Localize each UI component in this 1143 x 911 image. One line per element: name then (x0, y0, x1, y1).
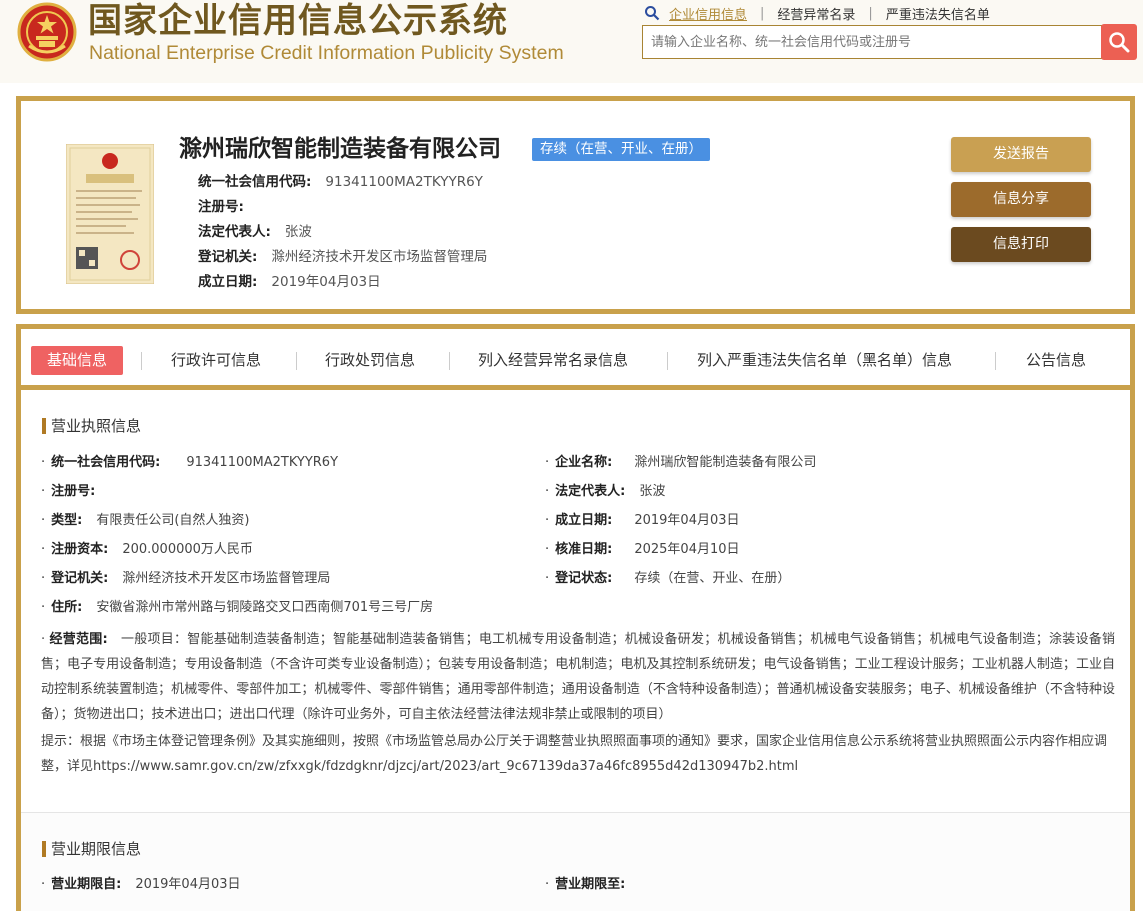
details-panel: 基础信息 行政许可信息 行政处罚信息 列入经营异常名录信息 列入严重违法失信名单… (16, 324, 1135, 911)
field-term-to: · 营业期限至: (545, 877, 626, 892)
divider: | (760, 5, 765, 21)
field-label: 注册号: (51, 484, 96, 499)
tab-basic-info[interactable]: 基础信息 (31, 346, 124, 375)
field-value: 91341100MA2TKYYR6Y (325, 174, 483, 190)
field-approval-date: · 核准日期: 2025年04月10日 (545, 542, 740, 557)
company-summary-card: 滁州瑞欣智能制造装备有限公司 存续（在营、开业、在册） 统一社会信用代码: 913… (16, 96, 1135, 314)
field-establishment-date: · 成立日期: 2019年04月03日 (545, 513, 740, 528)
field-credit-code: · 统一社会信用代码: 91341100MA2TKYYR6Y (41, 455, 339, 470)
field-label: 成立日期: (198, 274, 258, 290)
divider (141, 352, 142, 370)
business-license-thumbnail[interactable] (66, 144, 154, 284)
search-input[interactable] (643, 26, 1101, 58)
detail-tabs: 基础信息 行政许可信息 行政处罚信息 列入经营异常名录信息 列入严重违法失信名单… (21, 329, 1130, 390)
site-title-english: National Enterprise Credit Information P… (89, 42, 564, 64)
business-scope: · 经营范围: 一般项目：智能基础制造装备制造；智能基础制造装备销售；电工机械专… (41, 632, 1115, 722)
divider (449, 352, 450, 370)
field-value: 滁州经济技术开发区市场监督管理局 (271, 249, 488, 265)
search-box (642, 25, 1102, 59)
field-label: 注册资本: (51, 542, 109, 557)
section-title-term: 营业期限信息 (42, 839, 141, 859)
tab-admin-license[interactable]: 行政许可信息 (171, 346, 261, 375)
search-tabs: 企业信用信息 | 经营异常名录 | 严重违法失信名单 (644, 4, 990, 23)
registration-authority-row: 登记机关: 滁州经济技术开发区市场监督管理局 (198, 248, 487, 266)
search-tab-credit-info[interactable]: 企业信用信息 (669, 4, 747, 23)
field-label: 登记状态: (555, 571, 613, 586)
tab-abnormal-list[interactable]: 列入经营异常名录信息 (478, 346, 628, 375)
send-report-button[interactable]: 发送报告 (951, 137, 1091, 172)
field-label: 注册号: (198, 199, 244, 215)
field-value: 安徽省滁州市常州路与铜陵路交叉口西南侧701号三号厂房 (96, 600, 434, 615)
tab-blacklist[interactable]: 列入严重违法失信名单（黑名单）信息 (697, 346, 952, 375)
field-value: 张波 (639, 484, 666, 499)
field-label: 住所: (51, 600, 83, 615)
tab-announcements[interactable]: 公告信息 (1026, 346, 1086, 375)
divider (667, 352, 668, 370)
field-value: 2025年04月10日 (634, 542, 740, 557)
field-company-name: · 企业名称: 滁州瑞欣智能制造装备有限公司 (545, 455, 817, 470)
tab-admin-penalty[interactable]: 行政处罚信息 (325, 346, 415, 375)
field-label: 类型: (51, 513, 83, 528)
registration-number-row: 注册号: (198, 198, 258, 216)
notice-text: 提示：根据《市场主体登记管理条例》及其实施细则，按照《市场监管总局办公厅关于调整… (41, 734, 1108, 774)
establishment-date-row: 成立日期: 2019年04月03日 (198, 273, 381, 291)
field-label: 法定代表人: (198, 224, 271, 240)
divider: | (868, 5, 873, 21)
field-value: 2019年04月03日 (135, 877, 241, 892)
field-label: 营业期限自: (51, 877, 122, 892)
field-label: 成立日期: (555, 513, 613, 528)
field-label: 营业期限至: (555, 877, 626, 892)
field-label: 统一社会信用代码: (51, 455, 161, 470)
status-badge: 存续（在营、开业、在册） (532, 138, 710, 161)
field-label: 经营范围: (49, 632, 108, 647)
business-scope-text: 一般项目：智能基础制造装备制造；智能基础制造装备销售；电工机械专用设备制造；机械… (41, 632, 1115, 722)
site-title: 国家企业信用信息公示系统 (88, 1, 508, 41)
field-registration-authority: · 登记机关: 滁州经济技术开发区市场监督管理局 (41, 571, 331, 586)
search-tab-abnormal-list[interactable]: 经营异常名录 (777, 4, 855, 23)
field-label: 法定代表人: (555, 484, 626, 499)
field-company-type: · 类型: 有限责任公司(自然人独资) (41, 513, 250, 528)
field-label: 登记机关: (51, 571, 109, 586)
field-value: 滁州经济技术开发区市场监督管理局 (122, 571, 331, 586)
legal-representative-row: 法定代表人: 张波 (198, 223, 312, 241)
search-icon (645, 6, 660, 21)
field-address: · 住所: 安徽省滁州市常州路与铜陵路交叉口西南侧701号三号厂房 (41, 600, 434, 615)
search-tab-dishonest-list[interactable]: 严重违法失信名单 (886, 4, 990, 23)
site-header: 国家企业信用信息公示系统 National Enterprise Credit … (0, 0, 1143, 83)
field-registration-status: · 登记状态: 存续（在营、开业、在册） (545, 571, 791, 586)
credit-code-row: 统一社会信用代码: 91341100MA2TKYYR6Y (198, 173, 483, 191)
search-icon (1109, 32, 1130, 53)
company-name: 滁州瑞欣智能制造装备有限公司 (179, 136, 501, 162)
share-info-button[interactable]: 信息分享 (951, 182, 1091, 217)
field-value: 91341100MA2TKYYR6Y (186, 455, 339, 470)
field-value: 2019年04月03日 (271, 274, 381, 290)
section-title-license: 营业执照信息 (42, 416, 141, 436)
field-value: 200.000000万人民币 (122, 542, 253, 557)
field-label: 登记机关: (198, 249, 258, 265)
field-value: 滁州瑞欣智能制造装备有限公司 (634, 455, 817, 470)
divider (296, 352, 297, 370)
divider (995, 352, 996, 370)
search-button[interactable] (1101, 24, 1137, 60)
field-label: 统一社会信用代码: (198, 174, 312, 190)
print-info-button[interactable]: 信息打印 (951, 227, 1091, 262)
field-legal-representative: · 法定代表人: 张波 (545, 484, 666, 499)
field-label: 核准日期: (555, 542, 613, 557)
field-value: 有限责任公司(自然人独资) (96, 513, 250, 528)
field-value: 存续（在营、开业、在册） (634, 571, 791, 586)
field-term-from: · 营业期限自: 2019年04月03日 (41, 877, 241, 892)
field-value: 张波 (284, 224, 312, 240)
field-registered-capital: · 注册资本: 200.000000万人民币 (41, 542, 253, 557)
term-section: 营业期限信息 · 营业期限自: 2019年04月03日 · 营业期限至: (21, 813, 1130, 911)
national-emblem-icon (17, 2, 77, 62)
field-label: 企业名称: (555, 455, 613, 470)
field-value: 2019年04月03日 (634, 513, 740, 528)
field-registration-number: · 注册号: (41, 484, 96, 499)
